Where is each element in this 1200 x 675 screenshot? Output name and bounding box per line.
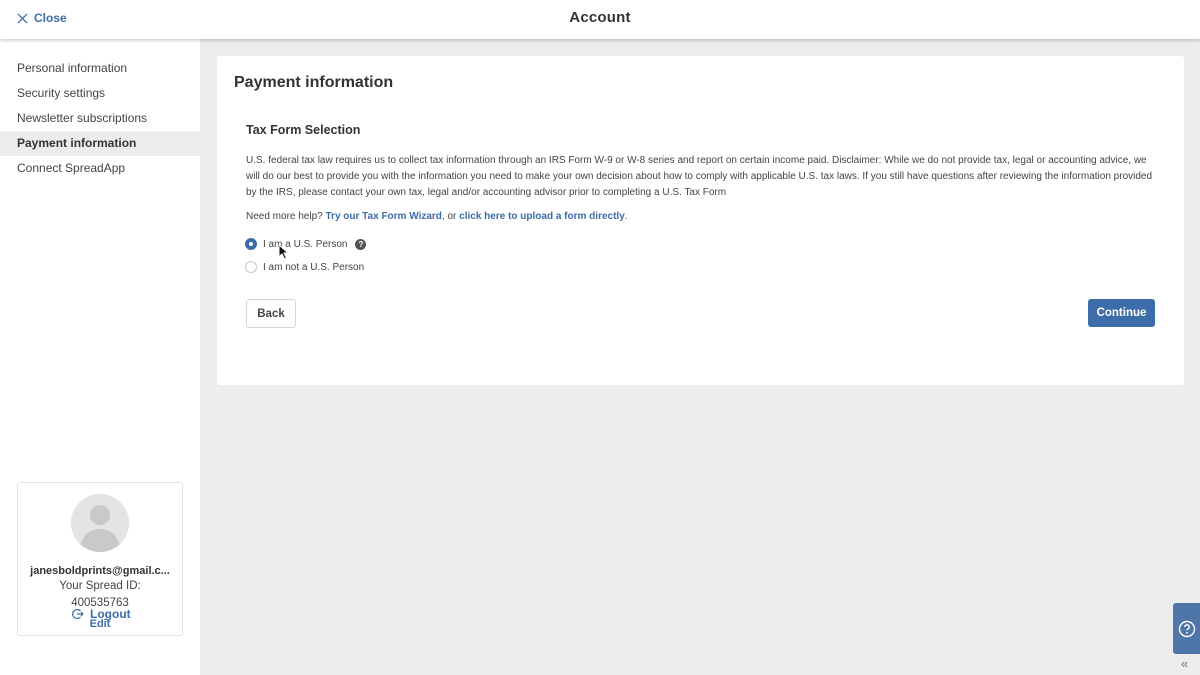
help-line: Need more help? Try our Tax Form Wizard,… [246,211,628,222]
sidebar-item-newsletter-subscriptions[interactable]: Newsletter subscriptions [0,106,200,131]
help-suffix: . [624,211,628,222]
logout-icon [72,608,84,620]
us-person-radio[interactable] [245,238,257,250]
help-widget-button[interactable] [1173,603,1200,654]
collapse-chevrons-icon[interactable]: « [1181,656,1188,671]
tax-form-wizard-link[interactable]: Try our Tax Form Wizard [326,211,442,222]
not-us-person-radio[interactable] [245,261,257,273]
mouse-cursor-icon [278,244,290,260]
option-not-us-person[interactable]: I am not a U.S. Person [245,261,364,273]
profile-email: janesboldprints@gmail.c... [30,565,170,577]
avatar [71,494,129,552]
help-middle: , or [441,211,457,222]
page-title: Account [569,9,631,26]
sidebar: Personal information Security settings N… [0,39,200,675]
sidebar-nav: Personal information Security settings N… [0,56,200,181]
section-title: Tax Form Selection [246,123,361,137]
sidebar-item-personal-information[interactable]: Personal information [0,56,200,81]
help-prefix: Need more help? [246,211,323,222]
not-us-person-label: I am not a U.S. Person [263,261,365,273]
question-circle-icon [1178,620,1195,637]
tax-disclaimer-text: U.S. federal tax law requires us to coll… [246,155,1153,198]
user-silhouette-icon [71,494,129,552]
logout-label: Logout [90,607,131,621]
sidebar-item-security-settings[interactable]: Security settings [0,81,200,106]
option-us-person[interactable]: I am a U.S. Person ? [245,238,367,250]
back-button[interactable]: Back [246,299,296,328]
sidebar-item-payment-information[interactable]: Payment information [0,131,200,156]
sidebar-item-connect-spreadapp[interactable]: Connect SpreadApp [0,156,200,181]
us-person-label: I am a U.S. Person [263,238,348,250]
question-icon[interactable]: ? [355,238,367,250]
top-bar: Close Account [0,0,1200,39]
payment-information-card: Payment information Tax Form Selection U… [217,56,1184,385]
continue-button[interactable]: Continue [1088,299,1155,327]
upload-form-link[interactable]: click here to upload a form directly [459,211,625,222]
logout-button[interactable]: Logout [72,607,131,621]
card-title: Payment information [234,74,394,91]
spread-id-label: Your Spread ID: [59,580,141,592]
